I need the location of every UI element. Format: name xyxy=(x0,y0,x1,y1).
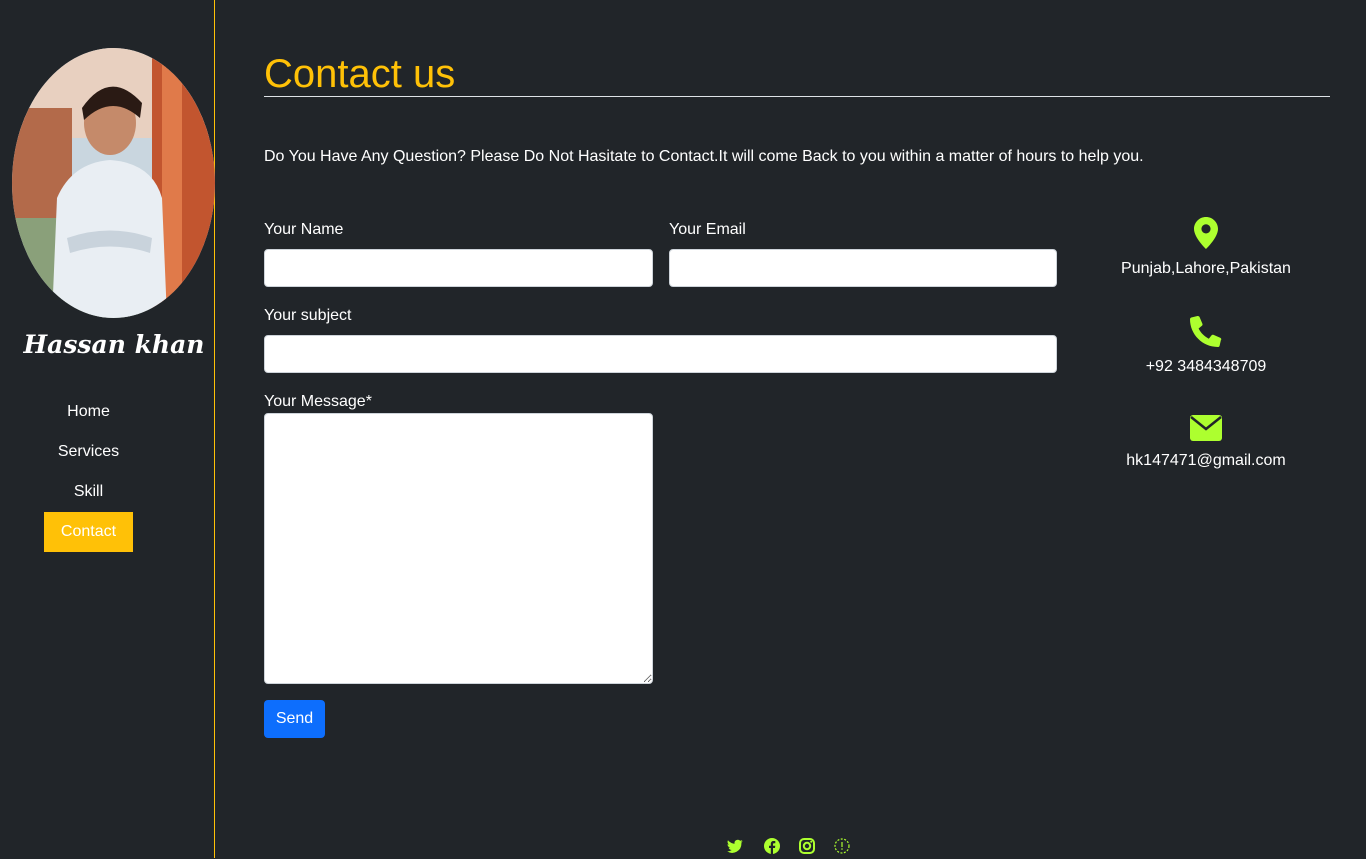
name-label: Your Name xyxy=(264,221,344,238)
envelope-icon xyxy=(1104,415,1308,446)
contact-phone: +92 3484348709 xyxy=(1104,315,1308,376)
message-label: Your Message* xyxy=(264,393,372,410)
name-input[interactable] xyxy=(264,249,653,287)
phone-icon xyxy=(1104,315,1308,352)
dribbble-icon[interactable] xyxy=(834,838,850,859)
avatar xyxy=(12,48,215,318)
sidebar-nav: Home Services Skill Contact xyxy=(44,392,133,552)
profile-name: Hassan khan xyxy=(23,330,205,359)
location-pin-icon xyxy=(1104,217,1308,254)
sidebar: Hassan khan Home Services Skill Contact xyxy=(0,0,215,858)
nav-item-services[interactable]: Services xyxy=(44,432,133,472)
email-input[interactable] xyxy=(669,249,1057,287)
instagram-icon[interactable] xyxy=(799,838,815,859)
message-textarea[interactable] xyxy=(264,413,653,684)
phone-text: +92 3484348709 xyxy=(1145,358,1267,375)
contact-address: Punjab,Lahore,Pakistan xyxy=(1104,217,1308,278)
subject-input[interactable] xyxy=(264,335,1057,373)
page-title: Contact us xyxy=(264,52,456,96)
nav-item-contact[interactable]: Contact xyxy=(44,512,133,552)
email-text: hk147471@gmail.com xyxy=(1126,452,1286,469)
twitter-icon[interactable] xyxy=(727,838,743,859)
nav-item-home[interactable]: Home xyxy=(44,392,133,432)
subject-label: Your subject xyxy=(264,307,352,324)
contact-email: hk147471@gmail.com xyxy=(1104,415,1308,470)
intro-text: Do You Have Any Question? Please Do Not … xyxy=(264,148,1144,165)
address-text: Punjab,Lahore,Pakistan xyxy=(1121,260,1291,277)
send-button[interactable]: Send xyxy=(264,700,325,738)
title-divider xyxy=(264,96,1330,97)
facebook-icon[interactable] xyxy=(764,838,780,859)
main-content: Contact us Do You Have Any Question? Ple… xyxy=(264,0,1330,858)
nav-item-skill[interactable]: Skill xyxy=(44,472,133,512)
email-label: Your Email xyxy=(669,221,746,238)
